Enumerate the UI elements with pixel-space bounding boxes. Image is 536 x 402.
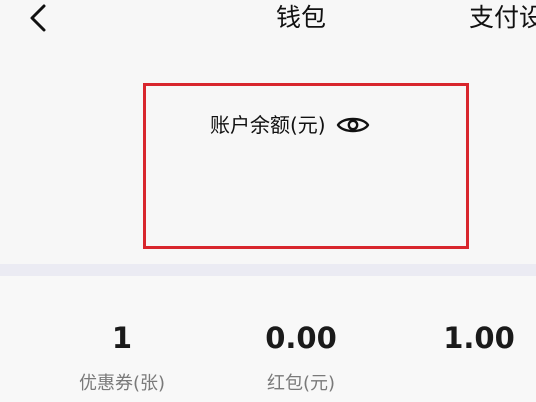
payment-settings-link[interactable]: 支付设: [469, 2, 536, 34]
balance-label-row: 账户余额(元): [210, 110, 370, 140]
page-title: 钱包: [275, 3, 326, 32]
coupon-count: 1: [111, 321, 133, 355]
section-divider: [0, 264, 536, 276]
coupon-label: 优惠券(张): [78, 373, 166, 394]
red-packet-label: 红包(元): [266, 373, 336, 394]
stats-row: 1 优惠券(张) 0.00 红包(元) 1.00: [0, 276, 536, 402]
balance-label: 账户余额(元): [210, 113, 326, 137]
red-packet-amount: 0.00: [265, 321, 337, 355]
top-area: 钱包 支付设 账户余额(元): [0, 0, 536, 264]
eye-icon[interactable]: [336, 114, 370, 136]
balance-card: 账户余额(元): [143, 83, 469, 249]
third-stat-value: 1.00: [443, 321, 515, 355]
